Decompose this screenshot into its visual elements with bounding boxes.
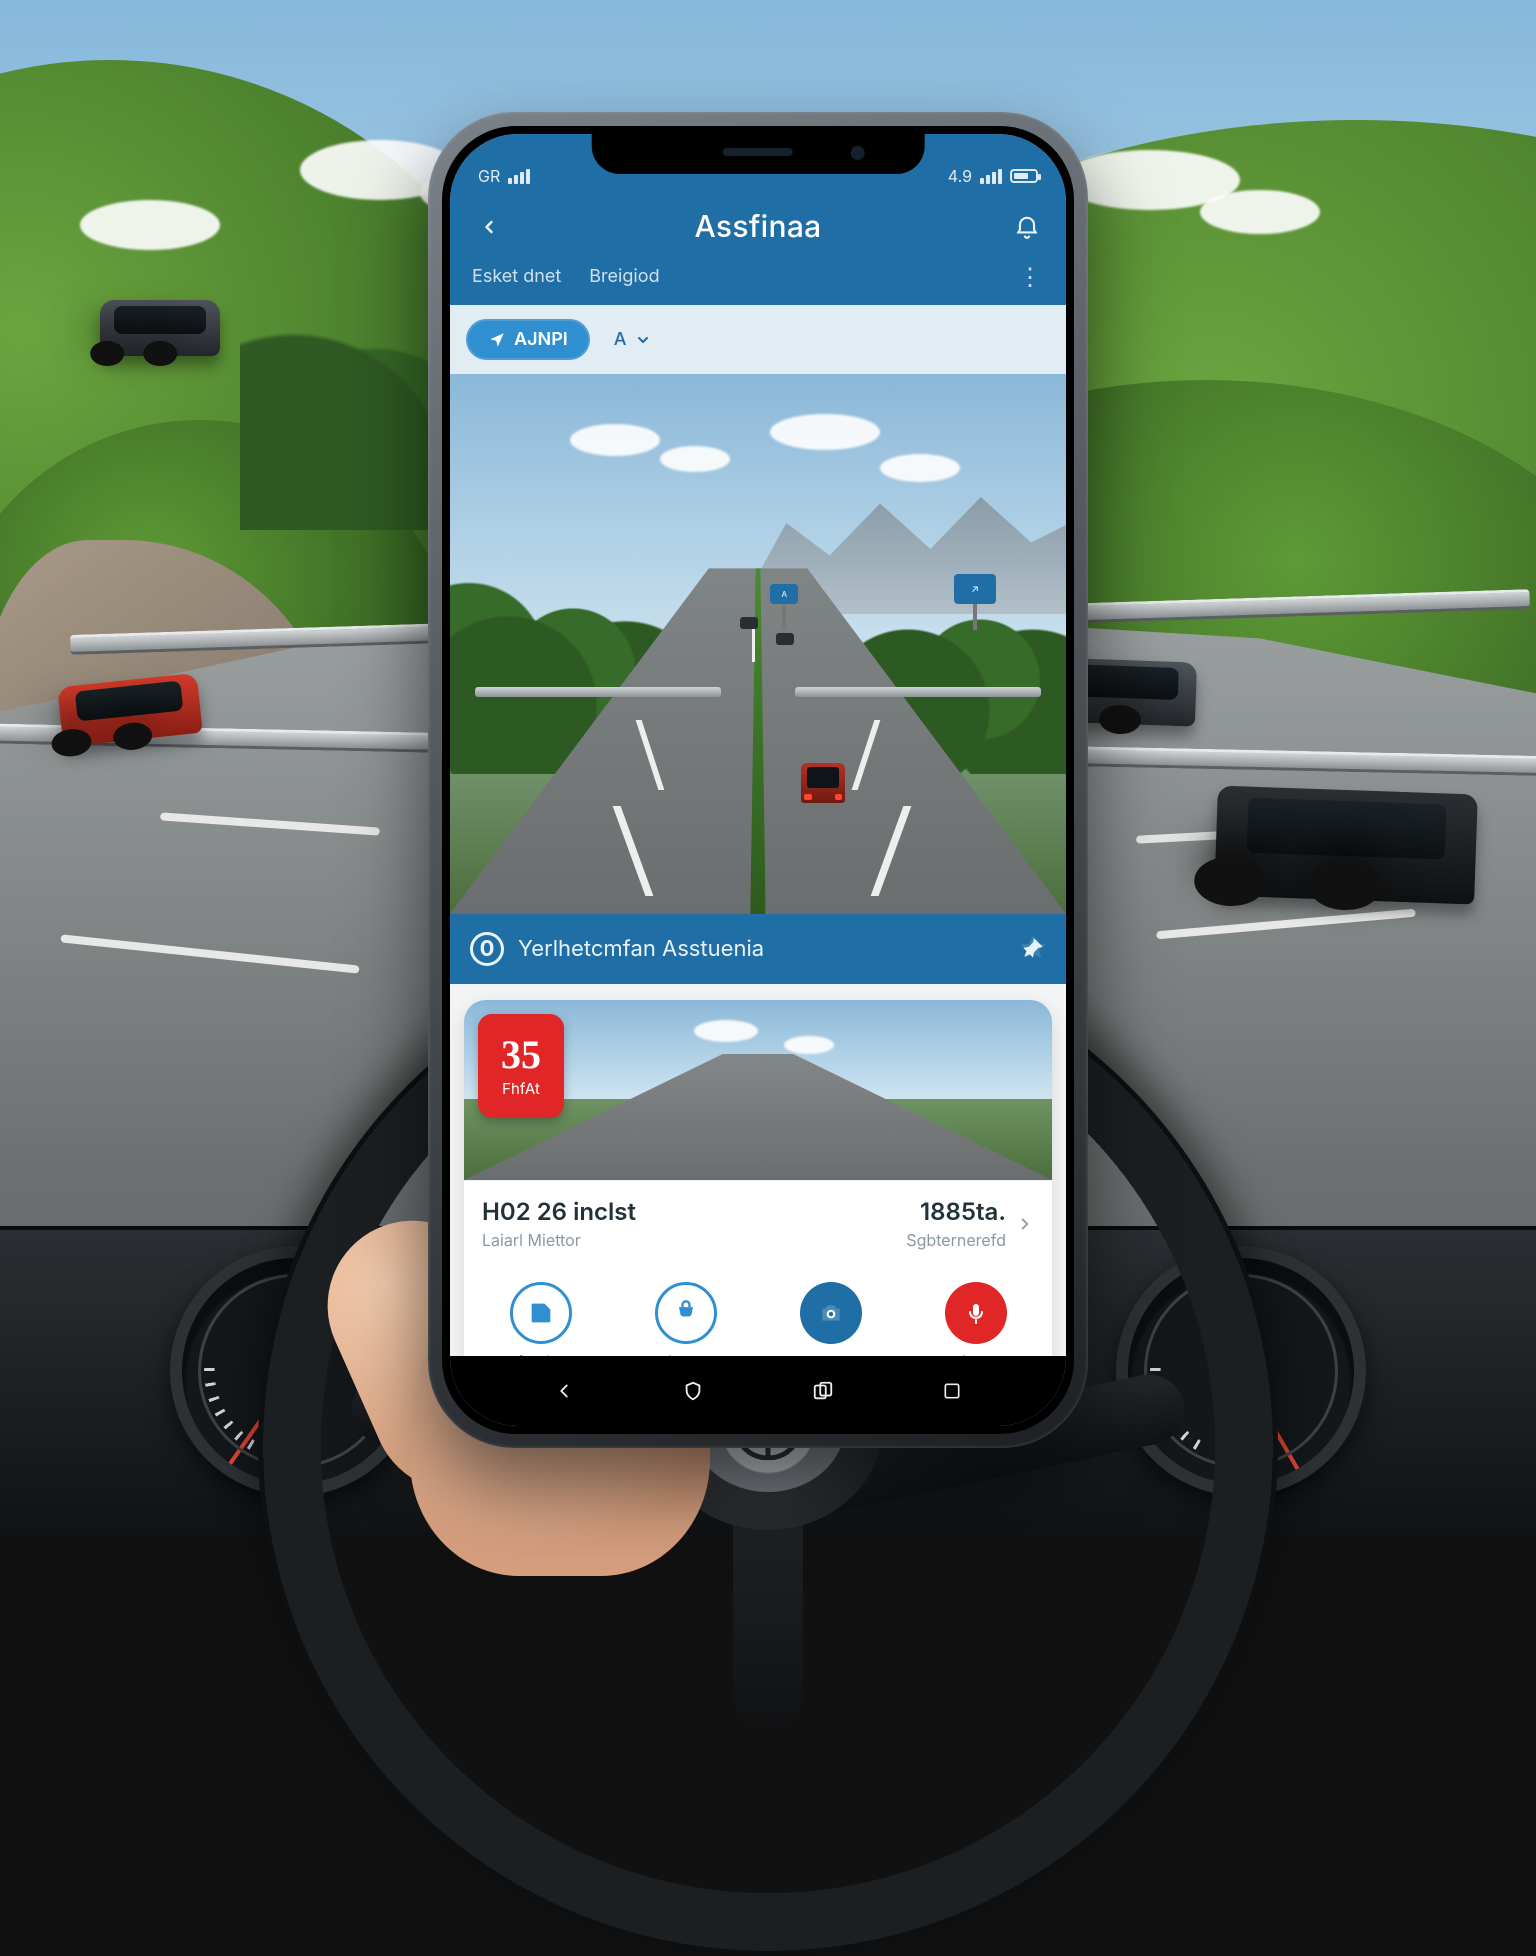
system-navigation-bar (450, 1356, 1066, 1426)
status-carrier: GR (478, 166, 500, 186)
primary-chip[interactable]: AJNPI (466, 319, 590, 360)
shield-outline-icon (682, 1380, 704, 1402)
square-icon (942, 1381, 962, 1401)
chevron-down-icon (635, 332, 651, 348)
nav-home-button[interactable] (678, 1376, 708, 1406)
page-title: Assfinaa (694, 209, 821, 245)
status-right-text: 4.9 (948, 166, 972, 186)
mic-icon (945, 1282, 1007, 1344)
info-banner[interactable]: 0 Yerlhetcmfan Asstuenia (450, 914, 1066, 984)
card-subtitle: Laiarl Miettor (482, 1230, 636, 1250)
primary-chip-label: AJNPI (514, 329, 568, 350)
battery-icon (1010, 169, 1038, 183)
tab-1[interactable]: Breigiod (589, 266, 659, 287)
phone-device: GR 4.9 Assfinaa Esket dnet (428, 112, 1088, 1448)
shop-icon (655, 1282, 717, 1344)
chevron-left-icon (479, 217, 499, 237)
tab-0[interactable]: Esket dnet (472, 266, 561, 287)
badge-number: 35 (501, 1035, 541, 1075)
badge-label: FhfAt (502, 1079, 540, 1098)
info-icon: 0 (470, 932, 504, 966)
chevron-right-icon (1016, 1215, 1034, 1233)
signal-icon (508, 169, 530, 184)
nav-recents-button[interactable] (808, 1376, 838, 1406)
app-screen: GR 4.9 Assfinaa Esket dnet (450, 134, 1066, 1426)
chevron-left-icon (553, 1380, 575, 1402)
app-header: Assfinaa Esket dnet Breigiod ⋮ (450, 192, 1066, 305)
card-title: H02 26 inclst (482, 1197, 636, 1226)
location-arrow-icon (488, 331, 506, 349)
road-sign: A (770, 584, 798, 604)
speed-badge: 35 FhfAt (478, 1014, 564, 1118)
banner-text: Yerlhetcmfan Asstuenia (518, 936, 1006, 962)
route-card[interactable]: 35 FhfAt H02 26 inclst Laiarl Miettor 18… (464, 1000, 1052, 1379)
secondary-chip-label: A (614, 329, 627, 350)
ticket-icon (510, 1282, 572, 1344)
hero-road-image[interactable]: ↗ A (450, 374, 1066, 914)
card-meta-row[interactable]: H02 26 inclst Laiarl Miettor 1885ta. Sgb… (464, 1180, 1052, 1266)
wifi-icon (980, 169, 1002, 184)
notifications-button[interactable] (1006, 206, 1048, 248)
header-tabs: Esket dnet Breigiod ⋮ (468, 260, 1048, 295)
nav-back-button[interactable] (549, 1376, 579, 1406)
card-thumbnail: 35 FhfAt (464, 1000, 1052, 1180)
filter-chip-row: AJNPI A (450, 305, 1066, 374)
card-metric-label: Sgbternerefd (906, 1230, 1006, 1250)
card-metric-value: 1885ta. (906, 1197, 1006, 1226)
back-button[interactable] (468, 206, 510, 248)
secondary-chip[interactable]: A (608, 321, 657, 358)
bell-icon (1014, 214, 1040, 240)
road-sign: ↗ (954, 574, 996, 604)
camera-icon (800, 1282, 862, 1344)
phone-notch (592, 134, 925, 174)
pin-icon[interactable] (1020, 936, 1046, 962)
nav-overview-button[interactable] (937, 1376, 967, 1406)
recents-icon (811, 1380, 835, 1402)
tabs-overflow-button[interactable]: ⋮ (1018, 262, 1044, 291)
